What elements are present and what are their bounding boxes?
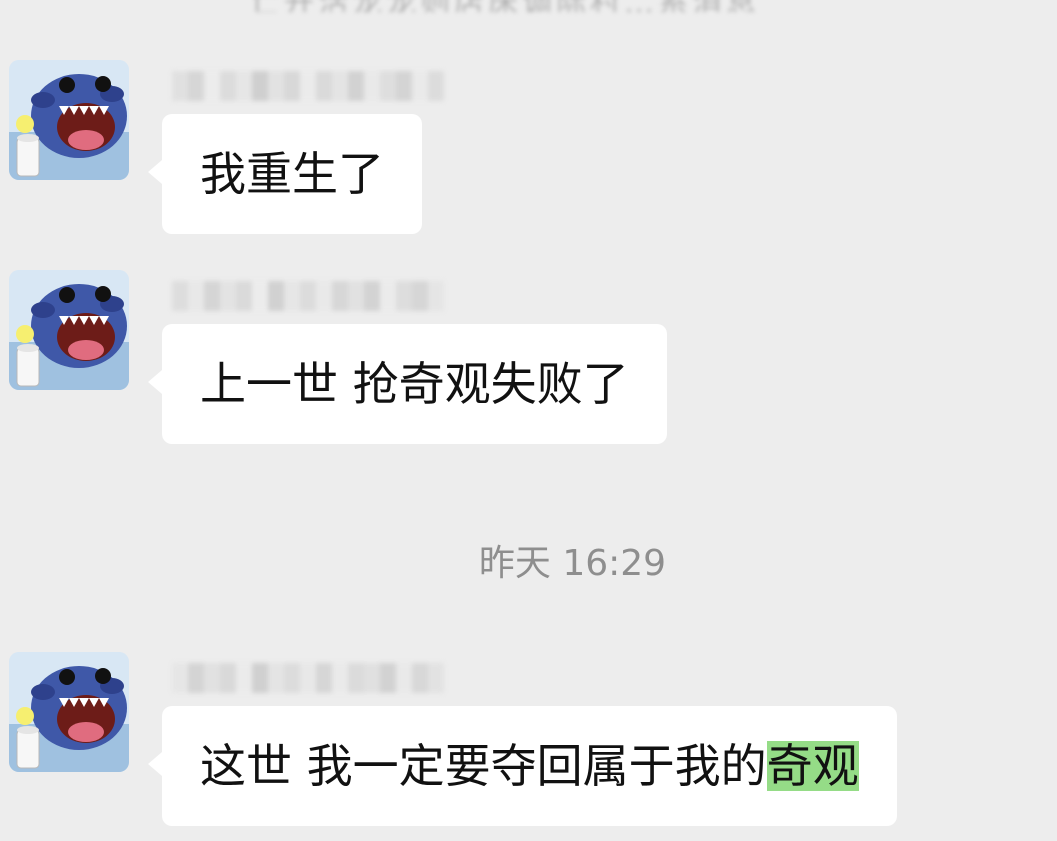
stitch-avatar-icon bbox=[9, 270, 129, 390]
message-text: 我重生了 bbox=[200, 147, 384, 201]
timestamp: 昨天 16:29 bbox=[478, 543, 667, 584]
stitch-avatar-icon bbox=[9, 652, 129, 772]
sender-name-redacted bbox=[172, 68, 444, 104]
sender-name-redacted bbox=[172, 660, 444, 696]
avatar[interactable] bbox=[9, 60, 129, 180]
sender-name-redacted bbox=[172, 278, 444, 314]
top-partial-system-text: 亡开活龙龙则店床调际村…系消息 bbox=[250, 0, 930, 12]
highlighted-text: 奇观 bbox=[766, 739, 859, 793]
message-bubble[interactable]: 我重生了 bbox=[148, 114, 422, 234]
message-bubble[interactable]: 这世 我一定要夺回属于我的 奇观 bbox=[148, 706, 897, 826]
avatar[interactable] bbox=[9, 270, 129, 390]
avatar[interactable] bbox=[9, 652, 129, 772]
stitch-avatar-icon bbox=[9, 60, 129, 180]
message-text: 上一世 抢奇观失败了 bbox=[200, 357, 629, 411]
message-bubble[interactable]: 上一世 抢奇观失败了 bbox=[148, 324, 667, 444]
message-text: 这世 我一定要夺回属于我的 bbox=[200, 739, 767, 793]
